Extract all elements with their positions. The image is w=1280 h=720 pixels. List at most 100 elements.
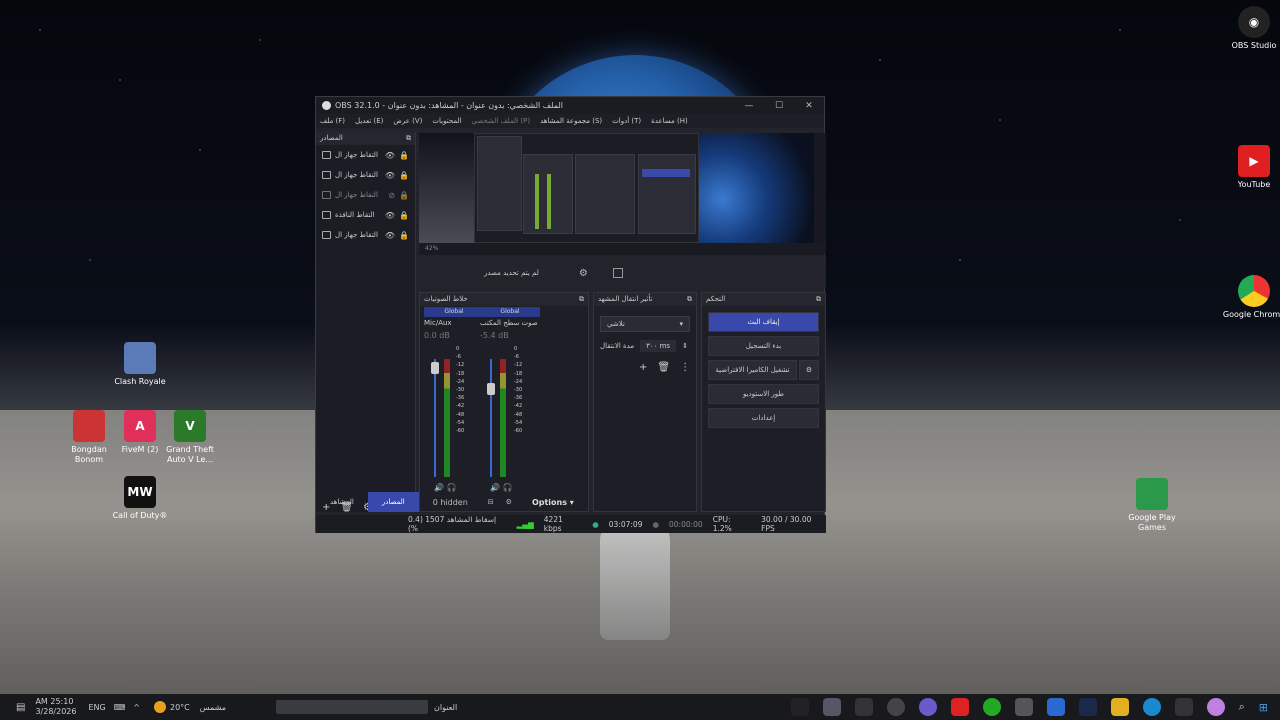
- desktop-icon-youtube[interactable]: ▶ YouTube: [1222, 145, 1280, 190]
- stop-streaming-button[interactable]: إيقاف البث: [708, 312, 819, 332]
- source-item[interactable]: التقاط جهاز ال 👁 🔒: [316, 145, 415, 165]
- tab-scenes[interactable]: المشاهد: [316, 492, 368, 512]
- options-button[interactable]: Options ▾: [532, 498, 574, 507]
- search-label: العنوان: [434, 702, 458, 712]
- keyboard-icon[interactable]: ⌨: [114, 703, 126, 712]
- desktop-icon-google-play-games[interactable]: Google Play Games: [1120, 478, 1184, 533]
- start-recording-button[interactable]: بدء التسجيل: [708, 336, 819, 356]
- lock-icon[interactable]: 🔒: [399, 151, 409, 160]
- menu-help[interactable]: مساعدة (H): [651, 117, 688, 125]
- transition-more-icon[interactable]: ⋮: [680, 362, 690, 373]
- volume-fader-handle[interactable]: [487, 383, 495, 395]
- desktop-icon-gta[interactable]: V Grand Theft Auto V Le...: [158, 410, 222, 465]
- preview-canvas[interactable]: 42%: [419, 133, 826, 255]
- store-taskbar-icon[interactable]: [1014, 698, 1033, 716]
- epic2-taskbar-icon[interactable]: [1174, 698, 1193, 716]
- volume-fader[interactable]: [434, 359, 436, 477]
- dock-menu-icon[interactable]: ⧉: [816, 295, 821, 304]
- lock-icon[interactable]: 🔒: [399, 211, 409, 220]
- epic-taskbar-icon[interactable]: [854, 698, 873, 716]
- lock-icon[interactable]: 🔒: [399, 191, 409, 200]
- properties-gear-icon[interactable]: ⚙: [579, 268, 588, 279]
- filters-icon[interactable]: [612, 268, 623, 278]
- search-icon[interactable]: ⌕: [1239, 700, 1245, 714]
- source-item[interactable]: التقاط جهاز ال 👁 🔒: [316, 165, 415, 185]
- cod-taskbar-icon[interactable]: [790, 698, 809, 716]
- close-button[interactable]: ✕: [794, 101, 824, 111]
- obs-taskbar-icon[interactable]: [886, 698, 905, 716]
- rec-time: 00:00:00: [669, 519, 703, 529]
- volume-fader[interactable]: [490, 359, 492, 477]
- visibility-eye-icon[interactable]: 👁: [385, 211, 395, 220]
- clash-royale-icon: [124, 342, 156, 374]
- dock-menu-icon[interactable]: ⧉: [579, 295, 584, 304]
- menu-view[interactable]: عرض (V): [393, 117, 422, 125]
- browser-taskbar-icon[interactable]: [1046, 698, 1065, 716]
- language-indicator[interactable]: ENG: [88, 703, 105, 712]
- clock[interactable]: AM 25:10 3/28/2026: [35, 697, 76, 717]
- visibility-eye-icon[interactable]: 👁: [385, 231, 395, 240]
- desktop-icon-chrome[interactable]: Google Chrome: [1222, 275, 1280, 320]
- notification-icon[interactable]: ▤: [16, 702, 25, 713]
- minimize-button[interactable]: —: [734, 101, 764, 111]
- studio-mode-button[interactable]: طور الاستوديو: [708, 384, 819, 404]
- menu-contents[interactable]: المحتويات: [432, 117, 461, 125]
- transition-select[interactable]: تلاشي ▾: [600, 316, 690, 332]
- desktop-icon-cod[interactable]: MW Call of Duty®: [108, 476, 172, 521]
- add-transition-icon[interactable]: +: [639, 362, 647, 373]
- taskbar-search-box[interactable]: [276, 700, 428, 714]
- menu-profile[interactable]: الملف الشخصي (P): [471, 117, 530, 125]
- maximize-button[interactable]: ☐: [764, 101, 794, 111]
- level-meter: [444, 359, 450, 477]
- no-source-selected-label: لم يتم تحديد مصدر: [484, 269, 539, 277]
- app-taskbar-icon[interactable]: [822, 698, 841, 716]
- menu-scene-collection[interactable]: مجموعة المشاهد (S): [540, 117, 602, 125]
- channel-name[interactable]: صوت سطح المكتب: [480, 319, 540, 327]
- preview-scene-earth: [699, 133, 814, 243]
- preview-nested-obs: [474, 133, 699, 243]
- explorer-taskbar-icon[interactable]: [1110, 698, 1129, 716]
- menu-tools[interactable]: أدوات (T): [612, 117, 641, 125]
- lock-icon[interactable]: 🔒: [399, 231, 409, 240]
- menu-file[interactable]: ملف (F): [320, 117, 345, 125]
- start-windows-icon[interactable]: ⊞: [1259, 701, 1268, 714]
- source-item[interactable]: التقاط جهاز ال ⊘ 🔒: [316, 185, 415, 205]
- lock-icon[interactable]: 🔒: [399, 171, 409, 180]
- controls-dock: التحكم ⧉ إيقاف البث بدء التسجيل تشغيل الك…: [701, 292, 826, 512]
- taskbar: ▤ AM 25:10 3/28/2026 ENG ⌨ ^ 20°C مشمس ا…: [0, 694, 1280, 720]
- menu-bar: ملف (F) تعديل (E) عرض (V) المحتويات المل…: [316, 114, 824, 128]
- virtual-camera-gear-icon[interactable]: ⚙: [799, 360, 819, 380]
- volume-fader-handle[interactable]: [431, 362, 439, 374]
- copilot-taskbar-icon[interactable]: [1206, 698, 1225, 716]
- audio-mixer-dock: خلاط الصوتيات ⧉ Global Mic/Aux 0.0 dB 🔊 🎧…: [419, 292, 589, 512]
- dock-menu-icon[interactable]: ⧉: [687, 295, 692, 304]
- source-item[interactable]: التقاط جهاز ال 👁 🔒: [316, 225, 415, 245]
- steam-taskbar-icon[interactable]: [1078, 698, 1097, 716]
- mixer-settings-icon[interactable]: ⚙: [506, 498, 512, 506]
- settings-button[interactable]: إعدادات: [708, 408, 819, 428]
- visibility-eye-icon[interactable]: 👁: [385, 171, 395, 180]
- whatsapp-taskbar-icon[interactable]: [982, 698, 1001, 716]
- discord-taskbar-icon[interactable]: [918, 698, 937, 716]
- youtube-taskbar-icon[interactable]: [950, 698, 969, 716]
- tab-sources[interactable]: المصادر: [367, 492, 419, 512]
- remove-transition-icon[interactable]: 🗑: [657, 362, 670, 373]
- sources-dock: المصادر ⧉ التقاط جهاز ال 👁 🔒 التقاط جهاز ال…: [316, 132, 416, 513]
- duration-input[interactable]: ٣٠٠ ms: [640, 340, 677, 352]
- desktop-icon-obs[interactable]: ◉ OBS Studio: [1222, 6, 1280, 51]
- edge-taskbar-icon[interactable]: [1142, 698, 1161, 716]
- visibility-eye-icon[interactable]: 👁: [385, 151, 395, 160]
- mixer-layout-icon[interactable]: ⊟: [488, 498, 494, 506]
- source-item[interactable]: التقاط النافذة 👁 🔒: [316, 205, 415, 225]
- tray-chevron-icon[interactable]: ^: [133, 703, 140, 712]
- start-virtual-camera-button[interactable]: تشغيل الكاميرا الافتراضية: [708, 360, 797, 380]
- stepper-icon[interactable]: ⇕: [682, 342, 688, 350]
- youtube-icon: ▶: [1238, 145, 1270, 177]
- signal-strength-icon: ▂▄▆: [516, 519, 534, 529]
- dock-menu-icon[interactable]: ⧉: [406, 134, 411, 143]
- weather-temp[interactable]: 20°C: [170, 703, 190, 712]
- visibility-hidden-icon[interactable]: ⊘: [388, 191, 395, 200]
- desktop-icon-clash-royale[interactable]: Clash Royale: [108, 342, 172, 387]
- channel-name[interactable]: Mic/Aux: [424, 319, 484, 327]
- menu-edit[interactable]: تعديل (E): [355, 117, 383, 125]
